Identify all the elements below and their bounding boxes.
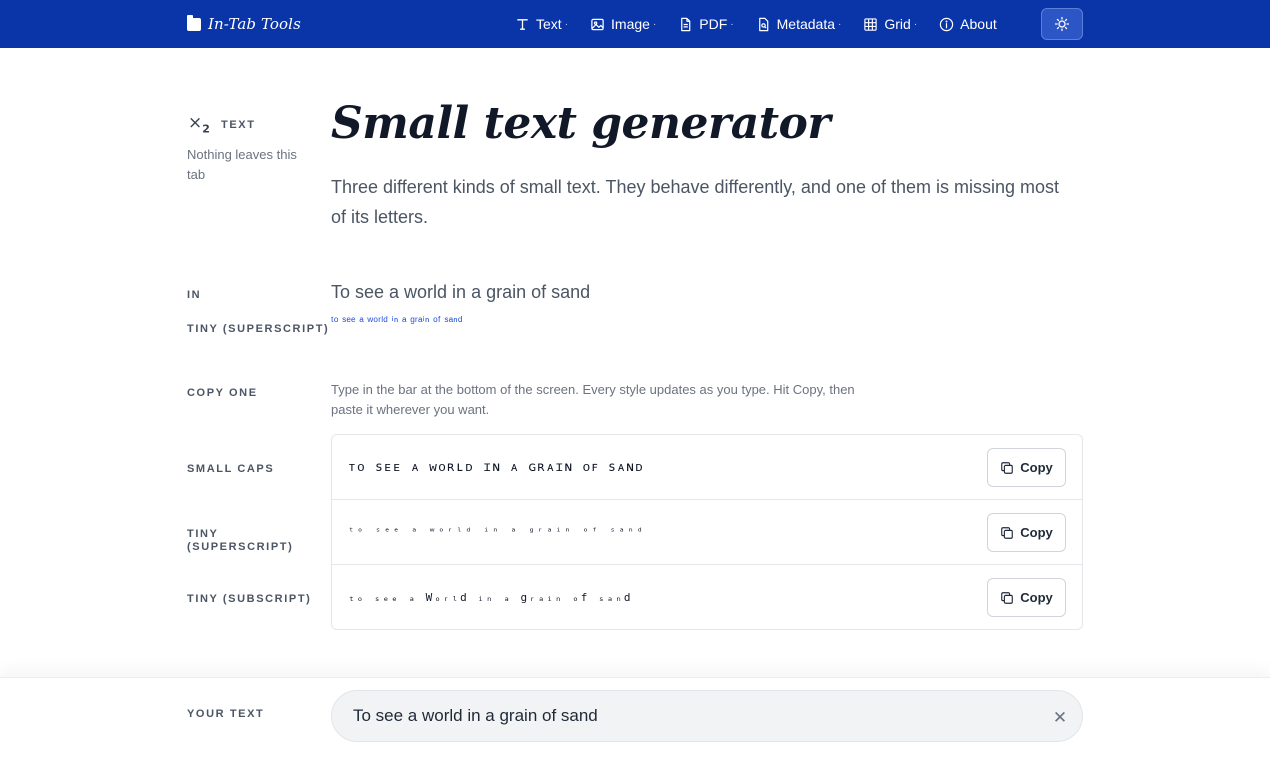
in-label: IN [187, 289, 202, 301]
nav-item-label: PDF [699, 16, 728, 32]
result-label-small-caps: SMALL CAPS [187, 463, 275, 475]
menu-caret-icon: · [564, 18, 569, 30]
copy-button-label: Copy [1020, 460, 1053, 475]
nav-item-text[interactable]: Text · [515, 16, 568, 32]
subscript-icon-x: × [188, 113, 203, 133]
your-text-input[interactable] [331, 690, 1083, 742]
nav-item-label: Image [611, 16, 650, 32]
privacy-note: Nothing leaves this tab [187, 147, 297, 182]
text-icon [517, 18, 528, 30]
subscript-icon-digit: 2 [202, 122, 210, 136]
image-icon [591, 18, 604, 30]
menu-caret-icon: · [838, 18, 842, 30]
nav-item-label: Text [536, 16, 562, 32]
copy-icon [1001, 526, 1014, 539]
close-icon[interactable]: ✕ [1052, 709, 1068, 726]
nav-item-pdf[interactable]: PDF · [678, 16, 734, 32]
pdf-icon [681, 17, 691, 31]
nav-item-label: Metadata [776, 16, 836, 32]
your-text-label: YOUR TEXT [187, 708, 265, 720]
copy-one-label: COPY ONE [187, 387, 258, 399]
nav-item-about[interactable]: About [939, 16, 997, 32]
category-label: TEXT [221, 119, 256, 131]
menu-caret-icon: · [652, 18, 657, 30]
result-label-tiny-subscript: TINY (SUBSCRIPT) [187, 593, 312, 605]
text-input-bar: YOUR TEXT ✕ [0, 677, 1270, 760]
result-text: ᵗᵒ ˢᵉᵉ ᵃ ʷᵒʳˡᵈ ⁱⁿ ᵃ ᵍʳᵃⁱⁿ ᵒᶠ ˢᵃⁿᵈ [348, 527, 646, 538]
grid-icon [864, 17, 878, 31]
results-card: ᴛᴏ sᴇᴇ ᴀ ᴡᴏʀʟᴅ ɪɴ ᴀ ɢʀᴀɪɴ ᴏꜰ sᴀɴᴅ Copy ᵗ… [331, 434, 1083, 630]
result-row-tiny-subscript: ₜₒ ₛₑₑ ₐ Wₒᵣₗd ᵢₙ ₐ gᵣₐᵢₙ ₒf ₛₐₙd Copy [332, 565, 1082, 629]
result-text: ₜₒ ₛₑₑ ₐ Wₒᵣₗd ᵢₙ ₐ gᵣₐᵢₙ ₒf ₛₐₙd [348, 591, 633, 604]
brand-name: In-Tab Tools [208, 15, 301, 33]
copy-icon [1001, 591, 1014, 604]
nav-item-label: About [960, 16, 997, 32]
page-title: Small text generator [331, 98, 831, 149]
input-preview-text: To see a world in a grain of sand [331, 282, 591, 302]
theme-toggle-button[interactable] [1041, 8, 1083, 40]
page-intro: Three different kinds of small text. The… [331, 177, 1060, 227]
nav-item-metadata[interactable]: Metadata · [756, 16, 842, 32]
nav-item-grid[interactable]: Grid · [863, 16, 917, 32]
copy-button-label: Copy [1020, 590, 1053, 605]
info-icon [939, 17, 954, 31]
sun-icon [1054, 16, 1070, 32]
main-nav: Text · Image · PDF · Metadata · Grid · A… [515, 0, 1011, 48]
tiny-preview-label: TINY (SUPERSCRIPT) [187, 323, 330, 335]
folder-icon [187, 14, 201, 31]
result-row-tiny-superscript: ᵗᵒ ˢᵉᵉ ᵃ ʷᵒʳˡᵈ ⁱⁿ ᵃ ᵍʳᵃⁱⁿ ᵒᶠ ˢᵃⁿᵈ Copy [332, 500, 1082, 565]
copy-button[interactable]: Copy [987, 448, 1066, 487]
menu-caret-icon: · [730, 18, 734, 30]
copy-hint: Type in the bar at the bottom of the scr… [331, 382, 855, 417]
copy-button[interactable]: Copy [987, 578, 1066, 617]
copy-button-label: Copy [1020, 525, 1053, 540]
top-navigation-bar: In-Tab Tools Text · Image · PDF · Metada… [0, 0, 1270, 48]
subscript-icon: ×2 [188, 113, 210, 135]
nav-item-image[interactable]: Image · [590, 16, 656, 32]
copy-icon [1001, 461, 1014, 474]
result-row-small-caps: ᴛᴏ sᴇᴇ ᴀ ᴡᴏʀʟᴅ ɪɴ ᴀ ɢʀᴀɪɴ ᴏꜰ sᴀɴᴅ Copy [332, 435, 1082, 500]
menu-caret-icon: · [913, 18, 918, 30]
tiny-preview-text: ᵗᵒ ˢᵉᵉ ᵃ ʷᵒʳˡᵈ ⁱⁿ ᵃ ᵍʳᵃⁱⁿ ᵒᶠ ˢᵃⁿᵈ [331, 314, 463, 328]
nav-item-label: Grid [884, 16, 911, 32]
metadata-icon [758, 17, 768, 31]
result-text: ᴛᴏ sᴇᴇ ᴀ ᴡᴏʀʟᴅ ɪɴ ᴀ ɢʀᴀɪɴ ᴏꜰ sᴀɴᴅ [348, 460, 645, 475]
result-label-tiny-superscript: TINY (SUPERSCRIPT) [187, 528, 294, 553]
copy-button[interactable]: Copy [987, 513, 1066, 552]
brand-link[interactable]: In-Tab Tools [187, 14, 301, 34]
